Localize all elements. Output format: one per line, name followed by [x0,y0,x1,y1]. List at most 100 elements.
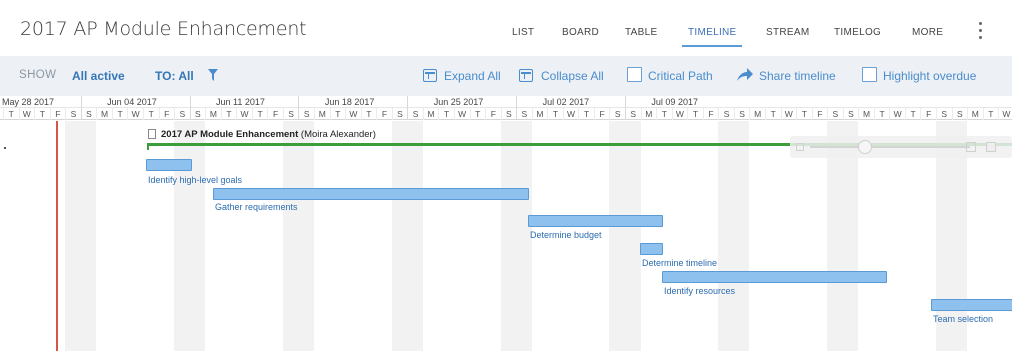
day-cell: W [780,108,797,120]
week-label: Jul 09 2017 [651,97,698,107]
day-cell: T [251,108,268,120]
zoom-control[interactable] [790,136,1012,158]
day-cell: T [796,108,812,120]
day-cell: S [65,108,81,120]
task-bar-identify-resources[interactable] [662,271,887,283]
day-cell: F [702,108,719,120]
task-bar-identify-high-level-goals[interactable] [146,159,192,171]
project-icon [148,129,156,139]
day-cell: S [827,108,843,120]
timeline-toolbar: SHOW All active TO: All Expand All Colla… [0,56,1012,96]
timeline-grid[interactable]: May 28 2017 Jun 04 2017 Jun 11 2017 Jun 18 … [0,96,1012,351]
day-cell: F [811,108,828,120]
day-cell: M [858,108,874,120]
weekend-column [625,121,641,351]
critical-path-checkbox[interactable] [627,67,642,82]
day-cell: S [842,108,859,120]
week-separator [516,96,518,120]
active-tab-underline [682,45,742,47]
kebab-menu-icon[interactable] [977,22,983,44]
day-cell: T [547,108,563,120]
expand-all-icon[interactable] [423,69,437,82]
day-cell: T [3,108,19,120]
task-bar-determine-timeline[interactable] [640,243,663,255]
fit-icon[interactable] [966,142,976,152]
zoom-in-icon[interactable] [986,142,996,152]
day-cell: W [998,108,1012,120]
day-cell: S [407,108,423,120]
day-cell: M [205,108,221,120]
highlight-overdue-checkbox[interactable] [862,67,877,82]
zoom-out-icon[interactable] [796,143,804,151]
day-cell: T [578,108,594,120]
week-separator [189,96,191,120]
show-filter-dropdown[interactable]: All active [72,69,125,83]
share-timeline-button[interactable]: Share timeline [759,69,836,83]
tab-table[interactable]: TABLE [625,27,657,38]
collapse-all-icon[interactable] [519,69,533,82]
day-cell: T [982,108,999,120]
day-cell: F [920,108,936,120]
day-cell: M [96,108,112,120]
day-cell: T [656,108,672,120]
task-label: Determine timeline [642,258,718,268]
day-cell: S [936,108,952,120]
weekend-column [282,121,299,351]
project-owner: (Moira Alexander) [300,129,376,140]
row-marker [4,147,6,149]
week-label: Jun 04 2017 [107,97,157,107]
task-label: Gather requirements [215,202,298,212]
project-name: 2017 AP Module Enhancement [161,129,299,140]
week-separator [298,96,300,120]
highlight-overdue-label[interactable]: Highlight overdue [883,69,976,83]
day-cell: W [889,108,905,120]
day-cell: S [500,108,517,120]
task-bar-gather-requirements[interactable] [213,188,529,200]
tab-more[interactable]: MORE [912,27,943,38]
day-cell: T [329,108,346,120]
day-cell: T [142,108,159,120]
day-cell: M [531,108,548,120]
day-cell: T [111,108,128,120]
weekend-column [65,121,81,351]
weekend-column [189,121,206,351]
day-cell: W [18,108,35,120]
week-label: Jun 11 2017 [216,97,265,107]
critical-path-label[interactable]: Critical Path [648,69,713,83]
expand-all-button[interactable]: Expand All [444,69,501,83]
zoom-slider-track[interactable] [810,146,970,148]
week-label: Jul 02 2017 [542,97,590,107]
day-cell: M [749,108,765,120]
weekend-column [174,121,190,351]
task-bar-team-selection[interactable] [931,299,1012,311]
day-cell: S [609,108,625,120]
tab-timelog[interactable]: TIMELOG [834,27,881,38]
day-cell: M [422,108,439,120]
assignee-filter-dropdown[interactable]: TO: All [155,69,194,83]
share-icon[interactable] [737,68,753,82]
tab-stream[interactable]: STREAM [766,27,809,38]
filter-icon[interactable] [208,69,218,82]
day-cell: T [360,108,377,120]
zoom-slider-handle[interactable] [858,140,872,154]
tab-board[interactable]: BOARD [562,27,599,38]
tab-list[interactable]: LIST [512,27,534,38]
day-cell: S [80,108,97,120]
day-cell: T [687,108,703,120]
task-label: Identify high-level goals [148,175,243,185]
task-bar-determine-budget[interactable] [528,215,663,227]
day-cell: F [485,108,501,120]
day-cell: S [391,108,408,120]
task-label: Team selection [933,314,994,324]
project-summary-label[interactable]: 2017 AP Module Enhancement (Moira Alexan… [161,129,376,140]
tab-timeline[interactable]: TIMELINE [688,27,737,38]
weekend-column [733,121,750,351]
day-cell: T [873,108,890,120]
day-cell: S [282,108,299,120]
show-label: SHOW [19,69,57,81]
day-cell: T [764,108,781,120]
collapse-all-button[interactable]: Collapse All [541,69,604,83]
task-label: Determine budget [530,230,602,240]
project-title: 2017 AP Module Enhancement [20,18,307,40]
day-cell: T [438,108,454,120]
